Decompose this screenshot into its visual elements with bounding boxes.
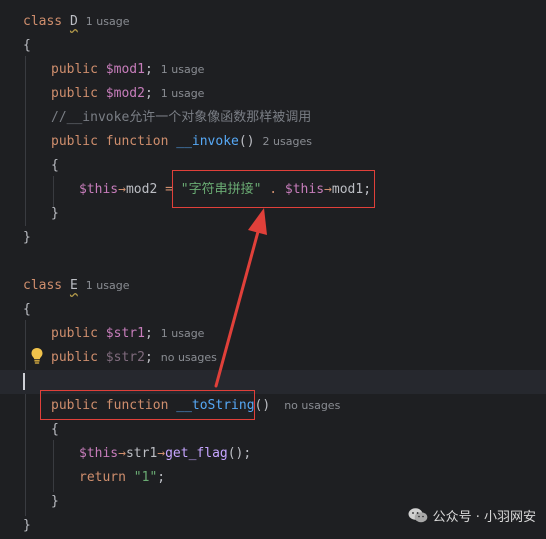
watermark: 公众号 · 小羽网安 [408,506,536,525]
annotation-arrow [214,208,267,388]
watermark-text: 公众号 · 小羽网安 [432,510,536,525]
wechat-icon [408,508,427,523]
